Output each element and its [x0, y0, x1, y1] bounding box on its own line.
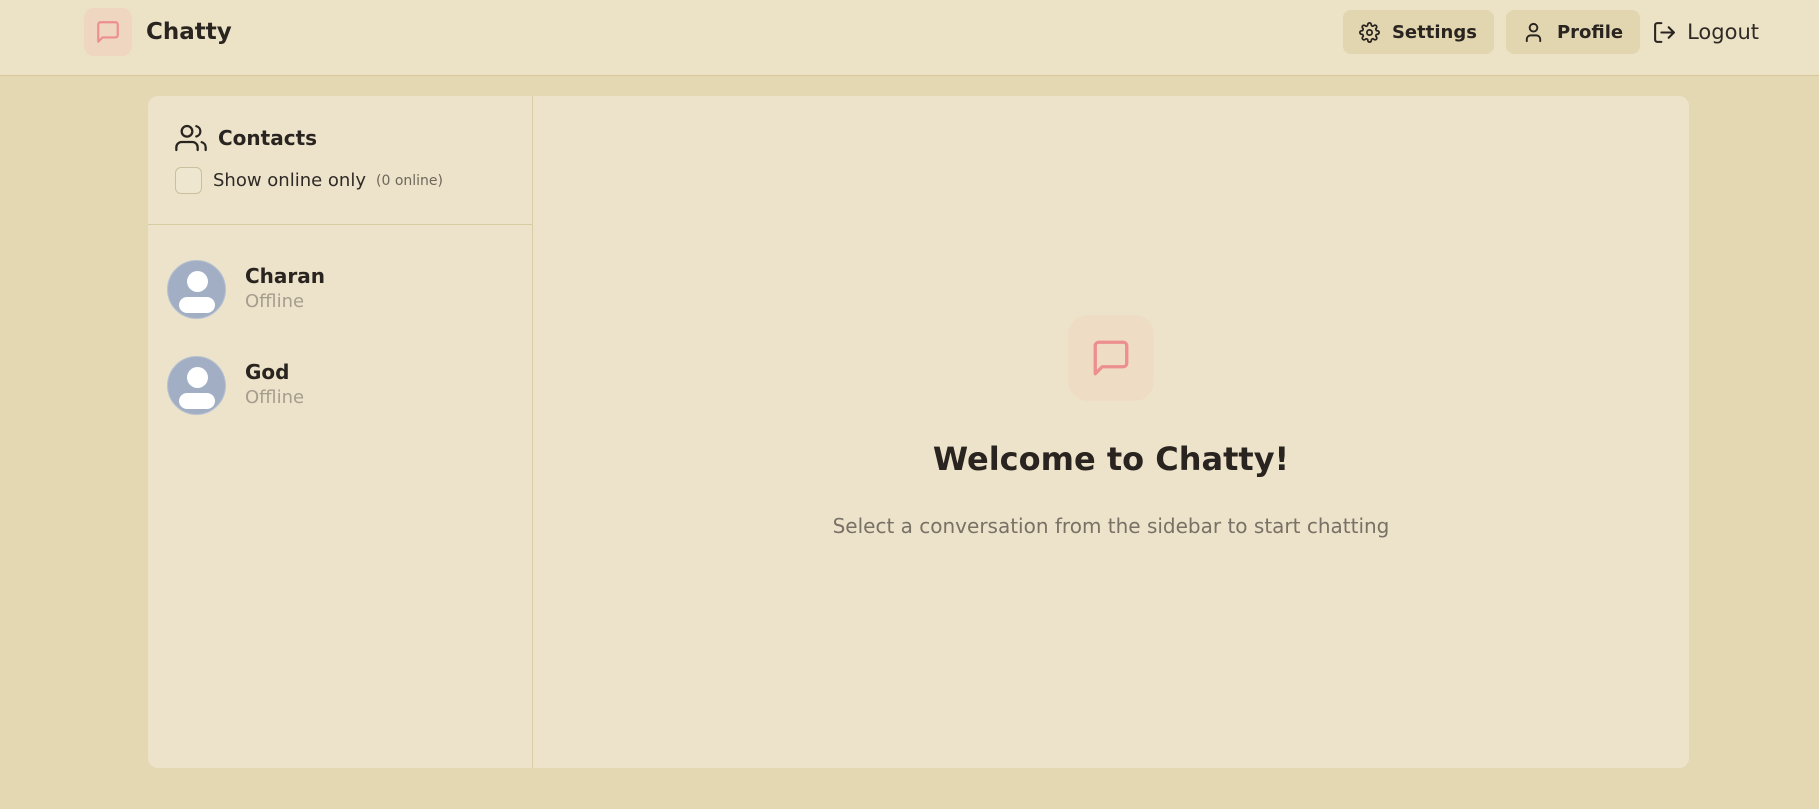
logout-icon — [1654, 21, 1676, 43]
gear-icon — [1359, 21, 1380, 43]
logout-label: Logout — [1687, 20, 1759, 44]
message-square-icon — [1068, 315, 1154, 401]
brand-link[interactable]: Chatty — [84, 8, 232, 56]
contact-name: God — [245, 360, 290, 384]
message-square-icon — [84, 8, 132, 56]
contact-status: Offline — [245, 387, 305, 408]
online-count: (0 online) — [376, 172, 443, 189]
nav-actions: Settings Profile Logout — [1331, 10, 1759, 54]
profile-button[interactable]: Profile — [1505, 10, 1641, 54]
contacts-sidebar: Contacts Show online only (0 online) Cha… — [148, 96, 533, 768]
app-name: Chatty — [146, 19, 232, 45]
chat-container: Contacts Show online only (0 online) Cha… — [148, 96, 1689, 768]
welcome-panel: Welcome to Chatty! Select a conversation… — [533, 96, 1689, 768]
logout-button[interactable]: Logout — [1652, 20, 1759, 45]
navbar: Chatty Settings Profile Logout — [0, 0, 1819, 76]
welcome-title: Welcome to Chatty! — [932, 440, 1290, 478]
sidebar-header: Contacts Show online only (0 online) — [148, 96, 532, 225]
contact-item-charan[interactable]: Charan Offline — [148, 259, 532, 319]
settings-button[interactable]: Settings — [1342, 10, 1494, 54]
online-filter: Show online only (0 online) — [175, 167, 532, 194]
contact-name: Charan — [245, 264, 326, 288]
avatar — [167, 259, 226, 319]
sidebar-title: Contacts — [218, 126, 318, 150]
user-icon — [1525, 22, 1542, 42]
contact-status: Offline — [245, 291, 305, 312]
avatar — [167, 355, 226, 415]
profile-label: Profile — [1556, 21, 1624, 43]
settings-label: Settings — [1391, 21, 1477, 43]
contact-item-god[interactable]: God Offline — [148, 355, 532, 415]
show-online-checkbox[interactable] — [175, 167, 202, 194]
contact-list: Charan Offline God Offline — [148, 225, 532, 415]
users-icon — [175, 124, 207, 152]
show-online-label[interactable]: Show online only — [213, 170, 366, 191]
welcome-subtitle: Select a conversation from the sidebar t… — [832, 514, 1390, 538]
